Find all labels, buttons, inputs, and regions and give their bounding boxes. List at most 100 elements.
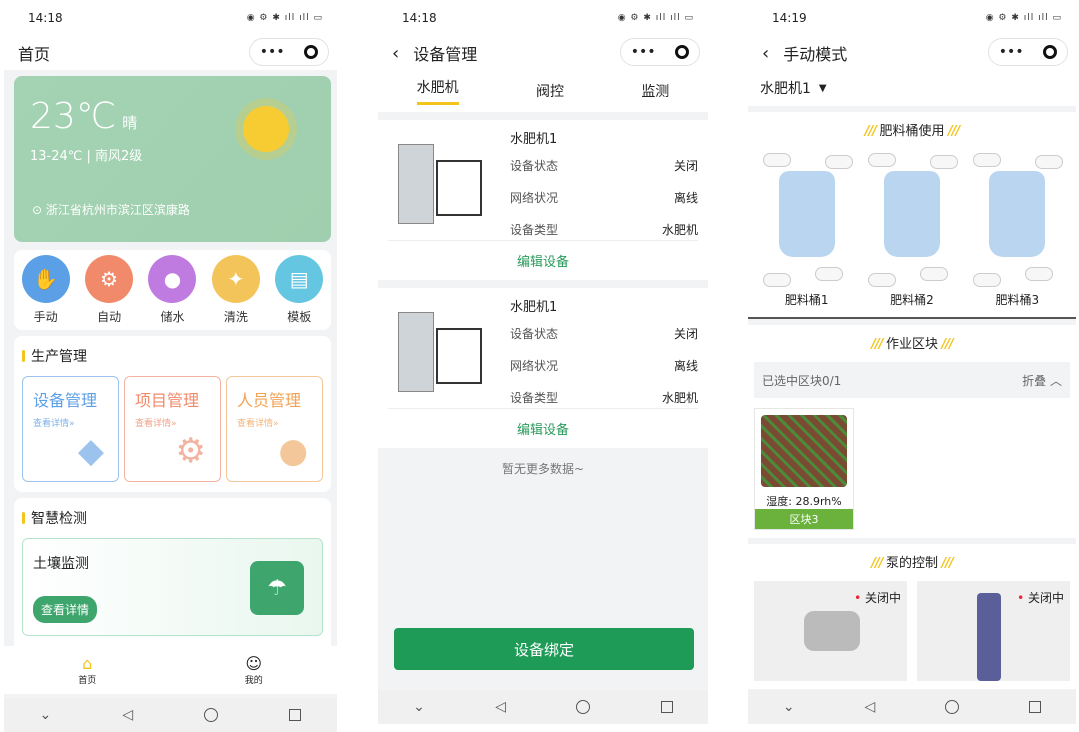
soil-icon: ☂ — [250, 561, 304, 615]
edit-device-button[interactable]: 编辑设备 — [388, 408, 698, 448]
toggle-switch[interactable] — [929, 155, 958, 169]
capsule-menu[interactable]: ••• — [988, 38, 1068, 66]
quick-manual[interactable]: ✋ 手动 — [21, 255, 70, 325]
zone-block[interactable]: 湿度: 28.9rh% 区块3 — [754, 408, 854, 530]
edit-device-button[interactable]: 编辑设备 — [388, 240, 698, 280]
home-circle-icon[interactable] — [204, 708, 219, 722]
toggle-switch[interactable] — [1025, 267, 1054, 281]
tab-fertigation[interactable]: 水肥机 — [416, 77, 459, 105]
more-icon[interactable]: ••• — [631, 44, 656, 60]
section-title: 智慧检测 — [22, 508, 323, 528]
module-project[interactable]: 项目管理 查看详情» ⚙ — [124, 376, 221, 482]
back-icon[interactable]: ◁ — [865, 699, 876, 715]
close-mini-icon[interactable] — [675, 45, 690, 59]
clock: 14:18 — [28, 11, 63, 25]
caret-down-icon: ▼ — [818, 82, 827, 94]
quick-clean[interactable]: ✦ 清洗 — [211, 255, 260, 325]
sun-icon — [243, 106, 289, 152]
view-details-button[interactable]: 查看详情 — [33, 596, 98, 623]
tab-bar: ⌂ 首页 ☺ 我的 — [4, 646, 337, 694]
kv-value: 离线 — [673, 191, 698, 205]
pump-icon — [804, 611, 860, 651]
water-drop-icon: ● — [148, 255, 197, 303]
back-arrow-icon[interactable]: ‹ — [762, 43, 769, 64]
module-sub: 查看详情» — [237, 419, 279, 429]
section-title: 肥料桶使用 — [879, 124, 945, 139]
nav-bar: ‹ 手动模式 ••• — [748, 36, 1076, 70]
user-icon: ☺ — [245, 654, 263, 673]
tank-body — [778, 171, 835, 257]
toggle-switch[interactable] — [1035, 155, 1064, 169]
more-icon[interactable]: ••• — [260, 44, 285, 60]
recents-icon[interactable] — [660, 701, 673, 713]
page-title: 设备管理 — [413, 45, 478, 64]
quick-template[interactable]: ▤ 模板 — [275, 255, 324, 325]
back-icon[interactable]: ◁ — [495, 699, 506, 715]
chevron-down-icon[interactable]: ⌄ — [40, 707, 52, 723]
tab-valve[interactable]: 阀控 — [536, 81, 564, 101]
capsule-menu[interactable]: ••• — [620, 38, 700, 66]
tab-me[interactable]: ☺ 我的 — [245, 654, 263, 686]
tab-home[interactable]: ⌂ 首页 — [78, 654, 96, 686]
toggle-switch[interactable] — [973, 273, 1002, 287]
phone-device-manage: 14:18 ◉ ⚙ ✱ ıll ıll ▭ ‹ 设备管理 ••• 水肥机 阀控 监测… — [378, 0, 708, 724]
toggle-switch[interactable] — [867, 153, 896, 167]
toggle-switch[interactable] — [824, 155, 853, 169]
block-humidity: 湿度: 28.9rh% — [766, 495, 842, 508]
recents-icon[interactable] — [289, 709, 302, 721]
document-icon: ▤ — [275, 255, 324, 303]
capsule-menu[interactable]: ••• — [249, 38, 329, 66]
back-icon[interactable]: ◁ — [122, 707, 133, 723]
pump-card[interactable]: 关闭中 — [754, 581, 907, 681]
quick-label: 模板 — [287, 310, 312, 324]
home-circle-icon[interactable] — [576, 700, 591, 714]
zone-bar: 已选中区块0/1 折叠 ︿ — [754, 362, 1070, 398]
pump-card[interactable]: 关闭中 — [917, 581, 1070, 681]
quick-auto[interactable]: ⚙ 自动 — [85, 255, 134, 325]
tank-section: /// 肥料桶使用 /// 肥料桶1 肥料桶2 肥料桶3 — [748, 112, 1076, 319]
back-arrow-icon[interactable]: ‹ — [392, 43, 399, 64]
toggle-switch[interactable] — [762, 153, 791, 167]
toggle-switch[interactable] — [973, 153, 1002, 167]
chevron-down-icon[interactable]: ⌄ — [413, 699, 425, 715]
people-icon: ● — [278, 431, 308, 471]
kv-value: 关闭 — [673, 327, 698, 341]
kv-key: 设备状态 — [510, 159, 559, 173]
toggle-switch[interactable] — [762, 273, 791, 287]
kv-key: 网络状况 — [510, 191, 559, 205]
bind-device-button[interactable]: 设备绑定 — [394, 628, 694, 670]
module-sub: 查看详情» — [33, 419, 75, 429]
close-mini-icon[interactable] — [304, 45, 319, 59]
location-text: 浙江省杭州市滨江区滨康路 — [45, 203, 190, 217]
tab-monitor[interactable]: 监测 — [641, 81, 669, 101]
soil-label: 土壤监测 — [33, 556, 89, 572]
device-card: 水肥机1 设备状态 关闭 网络状况 离线 设备类型 水肥机 编辑设备 — [378, 120, 708, 280]
toggle-switch[interactable] — [814, 267, 843, 281]
recents-icon[interactable] — [1029, 701, 1042, 713]
selector-value: 水肥机1 — [760, 81, 811, 97]
tank-2: 肥料桶2 — [862, 149, 962, 309]
status-icons: ◉ ⚙ ✱ ıll ıll ▭ — [617, 13, 694, 23]
tag-icon: ◆ — [77, 431, 104, 471]
close-mini-icon[interactable] — [1043, 45, 1058, 59]
fold-button[interactable]: 折叠 ︿ — [1022, 372, 1062, 389]
quick-label: 手动 — [33, 310, 58, 324]
module-device[interactable]: 设备管理查看详情» ◆ — [22, 376, 119, 482]
production-card: 生产管理 设备管理 查看详情» ◆ 项目管理 查看详情» ⚙ 人员管理 查看详情» ● — [14, 336, 331, 492]
chevron-down-icon[interactable]: ⌄ — [783, 699, 795, 715]
tab-label: 首页 — [78, 676, 97, 686]
home-circle-icon[interactable] — [945, 700, 960, 714]
nav-bar: 首页 ••• — [4, 36, 337, 70]
more-icon[interactable]: ••• — [999, 44, 1024, 60]
module-label: 设备管理 — [33, 391, 98, 410]
toggle-switch[interactable] — [867, 273, 896, 287]
module-label: 项目管理 — [135, 391, 200, 410]
soil-card[interactable]: 土壤监测 ☂ 查看详情 — [22, 538, 323, 636]
quick-storage[interactable]: ● 储水 — [148, 255, 197, 325]
module-people[interactable]: 人员管理 查看详情» ● — [226, 376, 323, 482]
toggle-switch[interactable] — [919, 267, 948, 281]
phone-manual-mode: 14:19 ◉ ⚙ ✱ ıll ıll ▭ ‹ 手动模式 ••• 水肥机1 ▼ ///… — [748, 0, 1076, 724]
machine-selector[interactable]: 水肥机1 ▼ — [748, 70, 1076, 106]
tank-label: 肥料桶2 — [890, 293, 934, 307]
section-title: 生产管理 — [22, 346, 323, 366]
